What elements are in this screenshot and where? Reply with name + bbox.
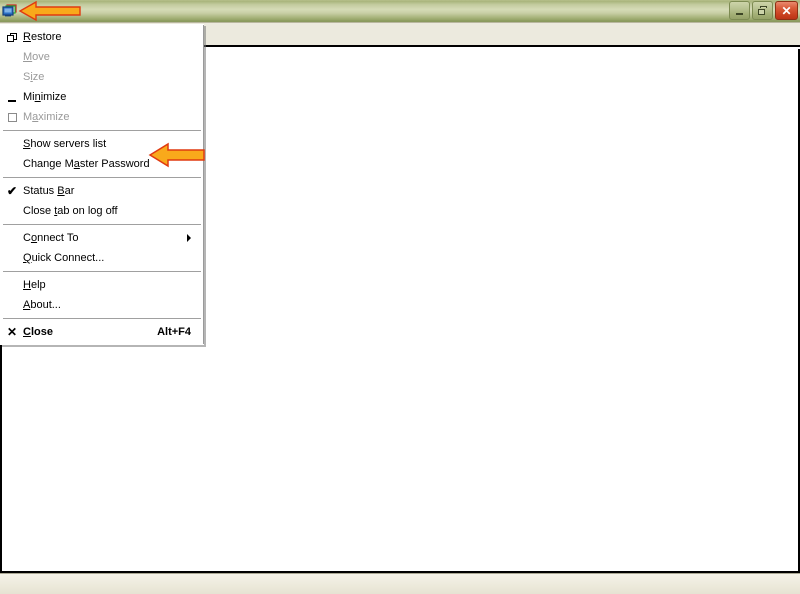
menu-item-label: Help — [23, 279, 46, 291]
menu-icon-slot — [1, 275, 23, 295]
menu-item-label: Change Master Password — [23, 158, 150, 170]
system-menu[interactable]: Restore Move Size Minimize Maximize Show serv… — [0, 24, 204, 345]
menu-icon-slot — [1, 295, 23, 315]
menu-item-restore[interactable]: Restore — [1, 27, 203, 47]
menu-item-close-tab-on-log-off[interactable]: Close tab on log off — [1, 201, 203, 221]
menu-item-label: Connect To — [23, 232, 79, 244]
menu-item-size: Size — [1, 67, 203, 87]
menu-item-quick-connect[interactable]: Quick Connect... — [1, 248, 203, 268]
menu-item-close[interactable]: ✕ Close Alt+F4 — [1, 322, 203, 342]
menu-separator — [3, 130, 201, 131]
menu-item-connect-to[interactable]: Connect To — [1, 228, 203, 248]
menu-item-label: Move — [23, 51, 50, 63]
restore-icon — [1, 27, 23, 47]
remote-desktop-icon[interactable] — [2, 3, 18, 19]
menu-item-move: Move — [1, 47, 203, 67]
minimize-button[interactable] — [729, 1, 750, 20]
menu-separator — [3, 318, 201, 319]
menu-icon-slot — [1, 201, 23, 221]
menu-item-about[interactable]: About... — [1, 295, 203, 315]
menu-item-label: Quick Connect... — [23, 252, 105, 264]
minimize-icon — [736, 12, 743, 15]
menu-item-label: Maximize — [23, 111, 70, 123]
close-button[interactable]: ✕ — [775, 1, 798, 20]
chevron-right-icon — [187, 234, 191, 242]
close-x-icon: ✕ — [6, 325, 18, 339]
close-icon: ✕ — [781, 3, 792, 18]
menu-icon-slot — [1, 134, 23, 154]
menu-item-label: Status Bar — [23, 185, 75, 197]
menu-item-change-master-password[interactable]: Change Master Password — [1, 154, 203, 174]
menu-item-label: About... — [23, 299, 61, 311]
menu-icon-slot — [1, 228, 23, 248]
menu-icon-slot — [1, 67, 23, 87]
menu-item-label: Show servers list — [23, 138, 107, 150]
minimize-icon — [1, 87, 23, 107]
check-icon: ✔ — [6, 184, 18, 198]
maximize-icon — [1, 107, 23, 127]
menu-item-minimize[interactable]: Minimize — [1, 87, 203, 107]
menu-separator — [3, 271, 201, 272]
application-window: ✕ Restore Move Size Minimize Maximize Show se… — [0, 0, 800, 594]
menu-item-status-bar[interactable]: ✔ Status Bar — [1, 181, 203, 201]
menu-item-show-servers-list[interactable]: Show servers list — [1, 134, 203, 154]
restore-icon — [758, 6, 767, 15]
menu-item-label: Minimize — [23, 91, 67, 103]
menu-icon-slot — [1, 154, 23, 174]
menu-item-label: Size — [23, 71, 45, 83]
menu-separator — [3, 177, 201, 178]
menu-item-shortcut: Alt+F4 — [157, 326, 191, 338]
menu-item-label: Close tab on log off — [23, 205, 118, 217]
menu-separator — [3, 224, 201, 225]
menu-item-maximize: Maximize — [1, 107, 203, 127]
menu-icon-slot — [1, 248, 23, 268]
menu-item-help[interactable]: Help — [1, 275, 203, 295]
menu-icon-slot — [1, 47, 23, 67]
menu-item-label: Restore — [23, 31, 62, 43]
status-bar — [0, 573, 800, 594]
menu-item-label: Close — [23, 326, 53, 338]
restore-button[interactable] — [752, 1, 773, 20]
window-controls: ✕ — [729, 1, 798, 20]
window-title-bar[interactable]: ✕ — [0, 0, 800, 22]
